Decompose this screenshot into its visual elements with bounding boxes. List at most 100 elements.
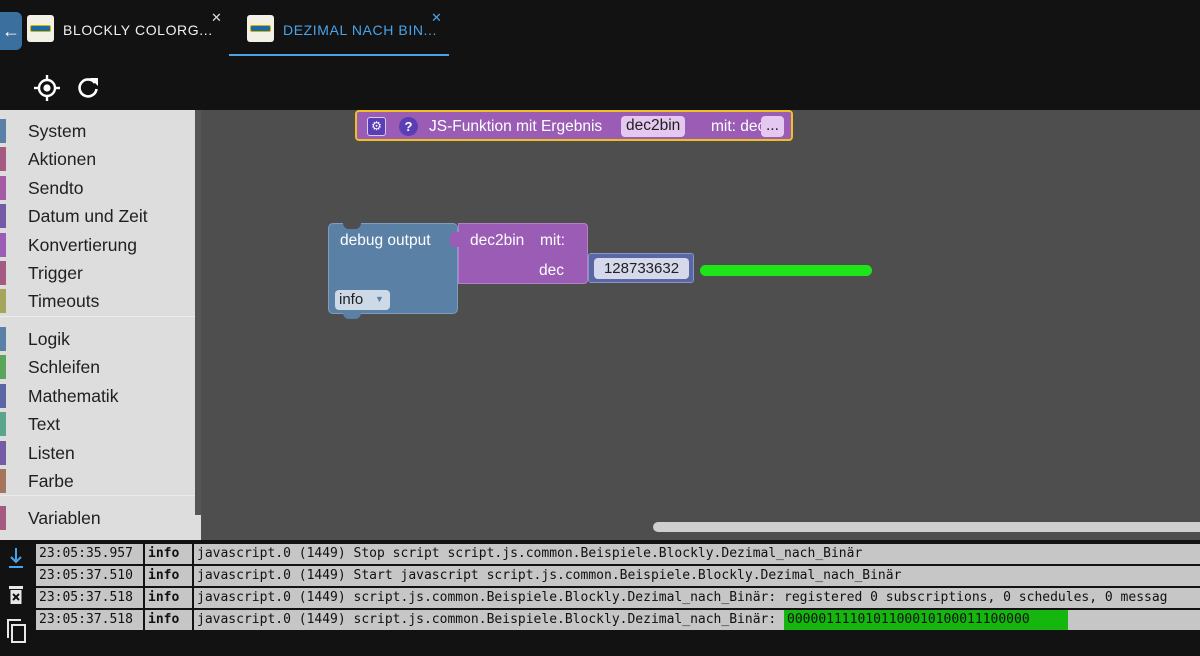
active-tab-indicator [229,54,449,56]
log-message: javascript.0 (1449) script.js.common.Bei… [194,588,1200,608]
category-color-swatch [0,204,6,229]
number-block[interactable]: 128733632 [588,253,694,283]
toolbox-category-schleifen[interactable]: Schleifen [0,352,195,380]
toolbox-category-sendto[interactable]: Sendto [0,173,195,200]
log-row: 23:05:37.518 info javascript.0 (1449) scri… [36,588,1200,610]
category-color-swatch [0,469,6,493]
toolbox-category-farbe[interactable]: Farbe [0,466,195,493]
log-row: 23:05:37.518 info javascript.0 (1449) scri… [36,610,1200,632]
log-timestamp: 23:05:35.957 [36,544,143,564]
category-color-swatch [0,261,6,285]
function-title: JS-Funktion mit Ergebnis [429,118,603,135]
toolbox-category-aktionen[interactable]: Aktionen [0,144,195,172]
workspace-horizontal-scrollbar[interactable] [653,522,1200,532]
category-label: Sendto [28,177,84,198]
toolbox-category-system[interactable]: System [0,116,195,143]
log-level-dropdown[interactable]: info ▼ [335,290,390,310]
close-icon[interactable]: ✕ [431,10,442,26]
delete-icon[interactable] [4,584,28,610]
toolbox-separator [0,316,195,317]
toolbox-separator [0,495,195,496]
toolbox-category-variablen[interactable]: Variablen [0,503,195,530]
category-label: Schleifen [28,357,100,378]
log-message-text: javascript.0 (1449) script.js.common.Bei… [197,612,777,627]
log-panel: 23:05:35.957 info javascript.0 (1449) Stop… [0,540,1200,656]
help-icon[interactable]: ? [399,117,418,136]
toolbox-category-trigger[interactable]: Trigger [0,258,195,285]
category-color-swatch [0,383,6,408]
category-label: Text [28,414,61,435]
log-severity: info [145,566,192,586]
category-color-swatch [0,440,6,465]
toolbox-category-listen[interactable]: Listen [0,438,195,465]
tab-dezimal-nach-bin[interactable]: DEZIMAL NACH BIN... ✕ [229,8,449,56]
log-message-text: javascript.0 (1449) script.js.common.Bei… [197,590,1168,605]
log-message: javascript.0 (1449) script.js.common.Bei… [194,610,1200,630]
log-row: 23:05:37.510 info javascript.0 (1449) Star… [36,566,1200,588]
blockly-workspace[interactable]: ⚙ ? JS-Funktion mit Ergebnis dec2bin mit… [201,110,1200,540]
function-definition-block[interactable]: ⚙ ? JS-Funktion mit Ergebnis dec2bin mit… [355,110,793,141]
category-color-swatch [0,289,6,314]
blockly-logo-icon [247,15,274,42]
locate-icon[interactable] [33,74,61,102]
toolbox-category-timeouts[interactable]: Timeouts [0,286,195,314]
tab-label: DEZIMAL NACH BIN... [283,22,438,38]
back-arrow-icon[interactable]: ← [0,12,22,50]
function-call-block[interactable]: dec2bin mit: dec [450,223,588,284]
toolbox-category-text[interactable]: Text [0,409,195,437]
blockly-toolbox: System Aktionen Sendto Datum und Zeit Konver… [0,110,201,540]
category-label: Datum und Zeit [28,206,148,227]
category-color-swatch [0,506,6,530]
scroll-down-icon[interactable] [4,546,28,572]
log-row: 23:05:35.957 info javascript.0 (1449) Stop… [36,544,1200,566]
call-param-label: dec [539,262,564,279]
category-label: Konvertierung [28,234,137,255]
log-message-text: javascript.0 (1449) Stop script script.j… [197,546,863,561]
category-color-swatch [0,232,6,257]
log-severity: info [145,610,192,630]
gear-icon[interactable]: ⚙ [367,117,386,136]
category-color-swatch [0,355,6,380]
category-label: Aktionen [28,149,97,170]
category-color-swatch [0,119,6,143]
toolbox-category-logik[interactable]: Logik [0,324,195,351]
log-timestamp: 23:05:37.510 [36,566,143,586]
category-label: Listen [28,442,75,463]
category-label: Timeouts [28,291,100,312]
category-label: Variablen [28,508,101,528]
log-message-text: javascript.0 (1449) Start javascript scr… [197,568,902,583]
tab-label: BLOCKLY COLORG... [63,22,213,38]
log-message: javascript.0 (1449) Start javascript scr… [194,566,1200,586]
category-color-swatch [0,175,6,200]
refresh-icon[interactable] [74,74,102,102]
toolbox-category-konvertierung[interactable]: Konvertierung [0,230,195,257]
tab-bar: ← BLOCKLY COLORG... ✕ DEZIMAL NACH BIN..… [0,0,1200,60]
category-label: Farbe [28,471,74,491]
function-params-label: mit: dec [711,118,766,135]
call-mit-label: mit: [540,232,565,249]
log-level-value: info [339,291,364,308]
log-toolbar [0,540,36,656]
category-label: Mathematik [28,385,119,406]
debug-output-block[interactable]: debug output info ▼ [328,223,458,319]
toolbox-category-mathematik[interactable]: Mathematik [0,381,195,408]
workspace-toolbar [0,60,1200,110]
copy-icon[interactable] [4,618,28,644]
blockly-logo-icon [27,15,54,42]
close-icon[interactable]: ✕ [211,10,222,26]
function-more-field[interactable]: ... [761,116,784,137]
function-name-field[interactable]: dec2bin [621,116,686,137]
tab-blockly-colorg[interactable]: BLOCKLY COLORG... ✕ [26,8,226,56]
category-color-swatch [0,327,6,351]
category-label: System [28,121,87,141]
log-result-highlight: 0000011110101100010100011100000 [784,610,1069,630]
category-color-swatch [0,147,6,172]
category-label: Logik [28,329,70,349]
call-function-name: dec2bin [470,232,525,249]
number-field[interactable]: 128733632 [594,258,689,279]
debug-output-label: debug output [340,232,431,249]
toolbox-category-datum-und-zeit[interactable]: Datum und Zeit [0,201,195,229]
connection-highlight [700,265,872,276]
log-timestamp: 23:05:37.518 [36,588,143,608]
category-label: Trigger [28,263,83,283]
